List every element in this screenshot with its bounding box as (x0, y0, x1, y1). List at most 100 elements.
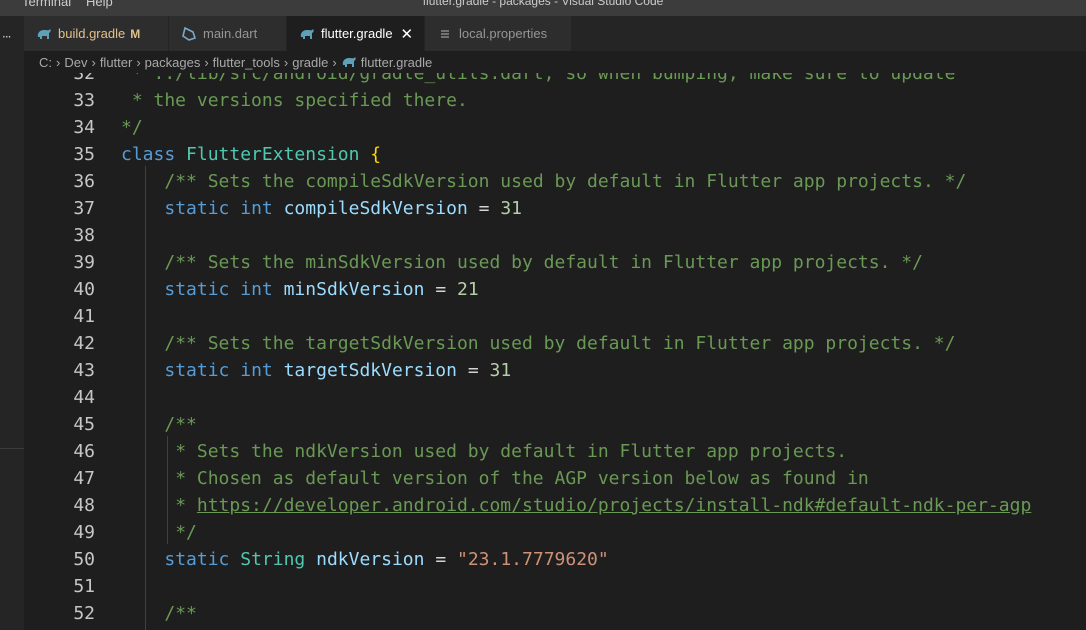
close-icon[interactable]: ✕ (401, 25, 414, 43)
code-editor[interactable]: 32 * ../lib/src/android/gradle_utils.dar… (24, 62, 1086, 630)
code-token: static (164, 549, 230, 570)
tab-local-properties[interactable]: local.properties (425, 16, 572, 51)
code-token: FlutterExtension (186, 144, 360, 165)
code-token: targetSdkVersion (283, 360, 457, 381)
code-line[interactable]: 45 /** (24, 411, 1086, 438)
code-line[interactable]: 42 /** Sets the targetSdkVersion used by… (24, 330, 1086, 357)
code-token: class (121, 144, 176, 165)
breadcrumb-item[interactable]: flutter (100, 55, 133, 70)
line-number: 51 (73, 576, 95, 597)
code-token: * (175, 495, 197, 516)
code-line[interactable]: 35 class FlutterExtension { (24, 141, 1086, 168)
code-token: = (424, 549, 457, 570)
code-token: = (467, 198, 501, 219)
code-text: * Chosen as default version of the AGP v… (121, 465, 869, 492)
line-number: 36 (73, 171, 95, 192)
gradle-elephant-icon (299, 26, 315, 42)
code-token: /** (164, 414, 197, 435)
tab-flutter-gradle[interactable]: flutter.gradle ✕ (287, 16, 425, 51)
breadcrumb-item[interactable]: packages (145, 55, 201, 70)
code-line[interactable]: 40 static int minSdkVersion = 21 (24, 276, 1086, 303)
code-token: String (240, 549, 306, 570)
line-number: 52 (73, 603, 95, 624)
code-line[interactable]: 51 (24, 573, 1086, 600)
gradle-elephant-icon (341, 55, 357, 69)
chevron-right-icon: › (56, 54, 61, 70)
code-text: /** Sets the targetSdkVersion used by de… (121, 330, 955, 357)
code-token: /** Sets the minSdkVersion used by defau… (164, 252, 923, 273)
more-actions-icon[interactable]: ··· (2, 30, 12, 44)
code-token: 31 (500, 198, 523, 219)
line-number: 37 (73, 198, 95, 219)
properties-file-icon (437, 26, 453, 42)
code-text: * Sets the ndkVersion used by default in… (121, 438, 847, 465)
code-line[interactable]: 43 static int targetSdkVersion = 31 (24, 357, 1086, 384)
code-token: static (164, 279, 230, 300)
code-text: /** (121, 411, 197, 438)
tab-build-gradle[interactable]: build.gradle M (24, 16, 169, 51)
code-line[interactable]: 37 static int compileSdkVersion = 31 (24, 195, 1086, 222)
code-line[interactable]: 33 * the versions specified there. (24, 87, 1086, 114)
line-number: 40 (73, 279, 95, 300)
line-number: 46 (73, 441, 95, 462)
code-line[interactable]: 47 * Chosen as default version of the AG… (24, 465, 1086, 492)
tab-label: local.properties (459, 26, 548, 41)
chevron-right-icon: › (332, 54, 337, 70)
indent-guide (167, 436, 168, 544)
code-line[interactable]: 46 * Sets the ndkVersion used by default… (24, 438, 1086, 465)
code-line[interactable]: 41 (24, 303, 1086, 330)
line-number: 35 (73, 144, 95, 165)
line-number: 33 (73, 90, 95, 111)
code-token: 31 (489, 360, 512, 381)
code-line[interactable]: 52 /** (24, 600, 1086, 627)
code-line[interactable]: 49 */ (24, 519, 1086, 546)
breadcrumb-item-current[interactable]: flutter.gradle (361, 55, 433, 70)
line-number: 43 (73, 360, 95, 381)
code-text: /** (121, 600, 197, 627)
code-text: static int minSdkVersion = 21 (121, 276, 479, 303)
code-token: */ (175, 522, 197, 543)
code-line[interactable]: 48 * https://developer.android.com/studi… (24, 492, 1086, 519)
gradle-elephant-icon (36, 26, 52, 42)
dart-icon (181, 26, 197, 42)
code-link[interactable]: https://developer.android.com/studio/pro… (197, 495, 1031, 516)
code-token: int (240, 360, 273, 381)
code-text: */ (121, 519, 197, 546)
code-token: 21 (457, 279, 479, 300)
code-text: */ (121, 114, 143, 141)
code-token: { (370, 144, 382, 165)
breadcrumb-item[interactable]: Dev (64, 55, 87, 70)
code-line[interactable]: 36 /** Sets the compileSdkVersion used b… (24, 168, 1086, 195)
line-number: 34 (73, 117, 95, 138)
code-token: int (240, 279, 273, 300)
code-token: * Sets the ndkVersion used by default in… (175, 441, 848, 462)
activity-bar: ··· (0, 16, 24, 630)
tab-main-dart[interactable]: main.dart (169, 16, 287, 51)
code-line[interactable]: 50 static String ndkVersion = "23.1.7779… (24, 546, 1086, 573)
code-line[interactable]: 39 /** Sets the minSdkVersion used by de… (24, 249, 1086, 276)
code-token: */ (121, 117, 143, 138)
breadcrumb-item[interactable]: gradle (292, 55, 328, 70)
tab-label: main.dart (203, 26, 258, 41)
code-line[interactable]: 44 (24, 384, 1086, 411)
code-text: * https://developer.android.com/studio/p… (121, 492, 1031, 519)
breadcrumb-item[interactable]: C: (39, 55, 52, 70)
breadcrumb-item[interactable]: flutter_tools (213, 55, 280, 70)
code-line[interactable]: 38 (24, 222, 1086, 249)
chevron-right-icon: › (136, 54, 141, 70)
code-token: compileSdkVersion (283, 198, 468, 219)
code-text: /** Sets the compileSdkVersion used by d… (121, 168, 966, 195)
code-line[interactable]: 34 */ (24, 114, 1086, 141)
code-token: /** Sets the targetSdkVersion used by de… (164, 333, 956, 354)
indent-guide (145, 166, 146, 630)
